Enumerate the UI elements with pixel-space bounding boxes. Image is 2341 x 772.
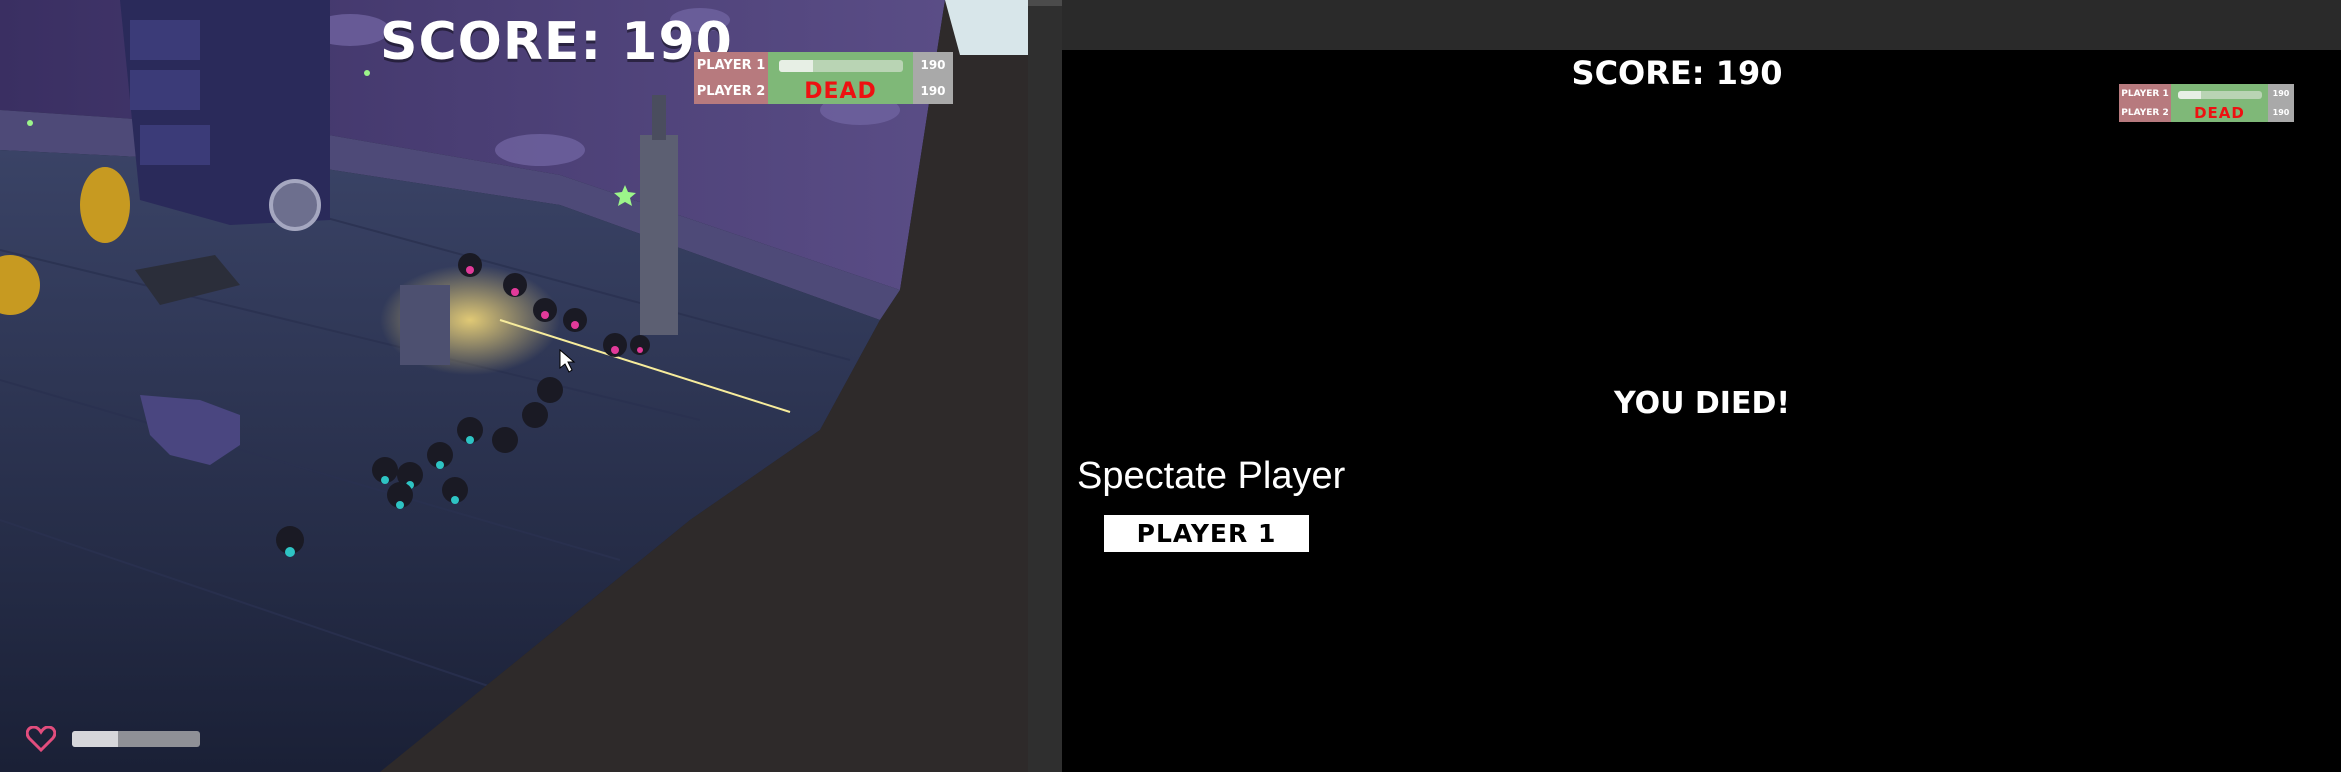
player-score: 190 bbox=[913, 52, 953, 78]
player-row: PLAYER 1 190 bbox=[694, 52, 953, 78]
defense-tower bbox=[400, 285, 450, 365]
score-display: SCORE: 190 bbox=[1571, 54, 1783, 92]
player-status-table: PLAYER 1 190 PLAYER 2 DEAD 190 bbox=[694, 52, 953, 104]
player-name: PLAYER 1 bbox=[2119, 84, 2171, 103]
dead-label: DEAD bbox=[804, 78, 877, 104]
divider-cap bbox=[1028, 0, 1062, 6]
spectator-viewport: SCORE: 190 PLAYER 1 190 PLAYER 2 DEAD 19… bbox=[1062, 50, 2341, 772]
player-health-fill bbox=[2177, 90, 2202, 99]
player-status-table: PLAYER 1 190 PLAYER 2 DEAD 190 bbox=[2119, 84, 2294, 122]
player-score: 190 bbox=[2268, 84, 2294, 103]
local-health-bar bbox=[72, 731, 200, 747]
player-health-cell bbox=[768, 52, 913, 78]
player-status-cell: DEAD bbox=[768, 78, 913, 104]
player-health-bar bbox=[2177, 90, 2262, 99]
game-scene bbox=[0, 0, 1028, 772]
player-health-cell bbox=[2171, 84, 2268, 103]
player-name: PLAYER 1 bbox=[694, 52, 768, 78]
heart-outline-icon bbox=[26, 726, 56, 752]
player-score: 190 bbox=[2268, 103, 2294, 122]
player-score: 190 bbox=[913, 78, 953, 104]
player-health-bar bbox=[778, 60, 903, 72]
player-health-fill bbox=[778, 60, 814, 72]
player-name: PLAYER 2 bbox=[694, 78, 768, 104]
player-status-cell: DEAD bbox=[2171, 103, 2268, 122]
local-health-fill bbox=[72, 731, 119, 747]
spectate-player-button[interactable]: PLAYER 1 bbox=[1104, 515, 1309, 552]
split-screen-divider bbox=[1028, 0, 1062, 772]
you-died-message: YOU DIED! bbox=[1613, 386, 1791, 421]
viewport-header-bar bbox=[1062, 0, 2341, 50]
player-name: PLAYER 2 bbox=[2119, 103, 2171, 122]
dead-label: DEAD bbox=[2194, 104, 2245, 122]
player-row: PLAYER 2 DEAD 190 bbox=[2119, 103, 2294, 122]
player-row: PLAYER 2 DEAD 190 bbox=[694, 78, 953, 104]
beehive-toy bbox=[80, 167, 130, 243]
player-row: PLAYER 1 190 bbox=[2119, 84, 2294, 103]
spectate-heading: Spectate Player bbox=[1077, 455, 1346, 497]
score-display: SCORE: 190 bbox=[380, 12, 733, 72]
game-viewport[interactable]: SCORE: 190 PLAYER 1 190 PLAYER 2 DEAD 19… bbox=[0, 0, 1028, 772]
alarm-clock bbox=[269, 179, 321, 231]
